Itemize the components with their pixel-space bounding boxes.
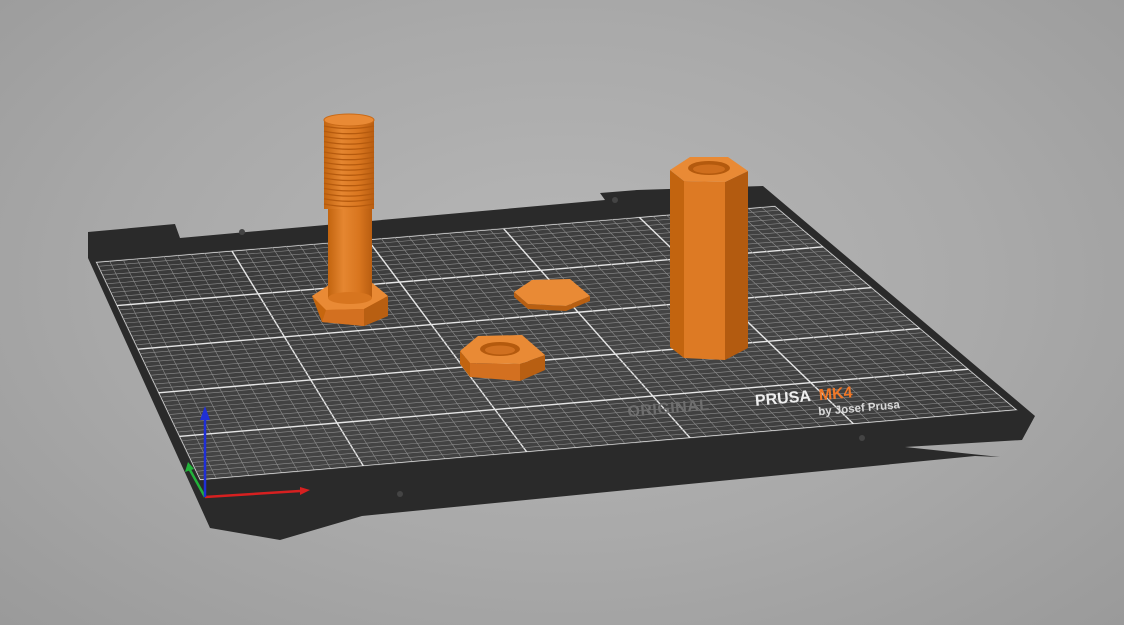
bed-screw — [397, 491, 403, 497]
scene-canvas[interactable]: ORIGINAL PRUSA MK4 by Josef Prusa — [0, 0, 1124, 625]
standoff-face-left — [670, 170, 684, 358]
bed-screw — [612, 197, 618, 203]
standoff-hole-inner — [693, 164, 725, 174]
bed-screw — [859, 435, 865, 441]
bed-screw — [239, 229, 245, 235]
bolt-top — [323, 113, 375, 127]
object-bolt[interactable] — [312, 113, 388, 326]
object-hex-standoff[interactable] — [670, 157, 748, 360]
standoff-face-right — [725, 171, 748, 360]
bolt-shank-base — [328, 292, 372, 304]
print-bed — [88, 186, 1035, 540]
hex-nut-hole-inner — [485, 345, 515, 355]
bolt-shank — [328, 206, 372, 298]
bed-logo-model: MK4 — [818, 384, 853, 404]
3d-viewport[interactable]: ORIGINAL PRUSA MK4 by Josef Prusa — [0, 0, 1124, 625]
standoff-face-front — [684, 181, 725, 360]
